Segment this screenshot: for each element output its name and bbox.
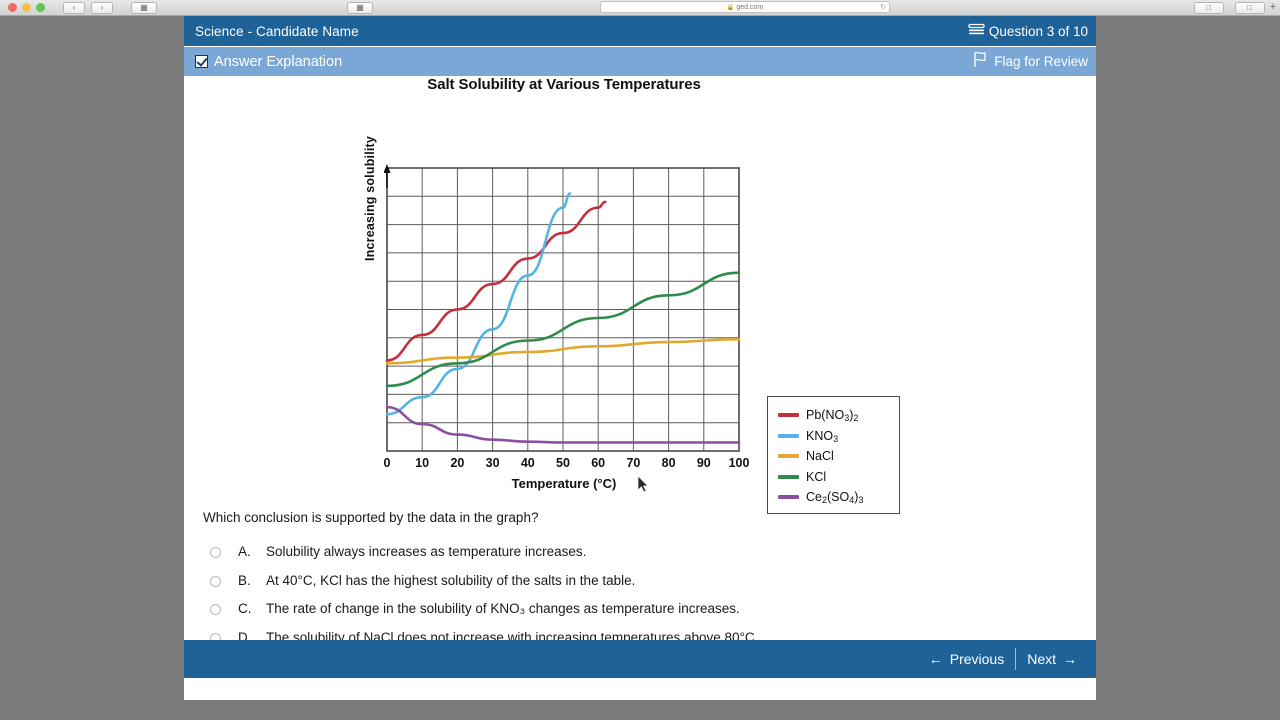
legend-label-NaCl: NaCl (806, 449, 834, 464)
answer-explanation-bar: Answer Explanation Flag for Review (184, 46, 1096, 76)
legend-item-KNO3: KNO3 (778, 426, 899, 447)
window-traffic-lights (8, 3, 45, 12)
url-bar[interactable]: 🔒 ged.com ↻ (600, 1, 890, 13)
exam-title: Science - Candidate Name (195, 23, 359, 39)
series-line-KNO3 (385, 192, 572, 416)
legend-item-NaCl: NaCl (778, 446, 899, 467)
question-block: Which conclusion is supported by the dat… (203, 510, 1073, 658)
answer-option-A[interactable]: A. Solubility always increases as tempera… (203, 544, 1073, 573)
x-tick-70: 70 (626, 456, 641, 470)
radio-button-B[interactable] (210, 575, 221, 587)
legend-swatch-Pb(NO3)2 (778, 413, 799, 418)
legend-swatch-Ce2(SO4)3 (778, 495, 799, 500)
answer-text: Solubility always increases as temperatu… (266, 544, 587, 559)
legend-label-KCl: KCl (806, 469, 827, 484)
chart-y-axis-label: Increasing solubility (363, 135, 377, 261)
x-tick-20: 20 (450, 456, 465, 470)
exam-footer: ← Previous Next → (184, 640, 1096, 678)
answer-explanation-label[interactable]: Answer Explanation (214, 54, 342, 70)
question-stem: Which conclusion is supported by the dat… (203, 510, 539, 525)
close-window-button[interactable] (8, 3, 17, 12)
arrow-left-icon: ← (928, 651, 943, 667)
previous-button[interactable]: ← Previous (918, 647, 1015, 671)
answer-letter: B. (238, 572, 251, 588)
x-tick-80: 80 (661, 456, 676, 470)
legend-label-Ce2(SO4)3: Ce2(SO4)3 (806, 490, 864, 506)
chart-plot-svg (384, 164, 741, 452)
x-tick-10: 10 (415, 456, 430, 470)
radio-button-C[interactable] (210, 604, 221, 615)
x-tick-100: 100 (728, 456, 750, 470)
legend-swatch-KNO3 (778, 433, 799, 438)
question-counter-label: Question 3 of 10 (988, 23, 1088, 39)
chart-legend: Pb(NO3)2 KNO3 NaCl KCl Ce2(SO4)3 (767, 396, 900, 514)
legend-swatch-NaCl (778, 454, 799, 459)
x-tick-90: 90 (696, 456, 711, 470)
new-tab-button[interactable]: + (1270, 2, 1276, 13)
exam-header: Science - Candidate Name Question 3 of 1… (184, 16, 1096, 46)
reload-icon[interactable]: ↻ (880, 3, 886, 11)
legend-item-Pb(NO3)2: Pb(NO3)2 (778, 405, 899, 426)
x-tick-50: 50 (556, 456, 570, 470)
tabs-button[interactable]: □ (1234, 1, 1265, 14)
flag-icon (972, 51, 988, 73)
x-tick-30: 30 (485, 456, 500, 470)
flag-for-review-button[interactable]: Flag for Review (972, 51, 1088, 73)
chrome-right-buttons: □ □ + (1188, 1, 1276, 14)
checked-checkbox-icon[interactable] (195, 55, 208, 68)
flag-for-review-label: Flag for Review (994, 54, 1088, 69)
x-tick-60: 60 (591, 456, 606, 470)
legend-label-KNO3: KNO3 (806, 428, 839, 444)
answer-option-C[interactable]: C. The rate of change in the solubility o… (203, 601, 1073, 630)
legend-item-Ce2(SO4)3: Ce2(SO4)3 (778, 487, 899, 508)
radio-button-A[interactable] (210, 547, 221, 558)
lock-icon: 🔒 (726, 4, 735, 11)
previous-label: Previous (949, 651, 1005, 667)
maximize-window-button[interactable] (36, 3, 45, 12)
share-button[interactable]: □ (1193, 1, 1224, 14)
sidebar-button[interactable]: ▦ (131, 1, 157, 14)
legend-item-KCl: KCl (778, 467, 899, 488)
url-text: ged.com (736, 3, 764, 11)
answer-option-B[interactable]: B. At 40°C, KCl has the highest solubilit… (203, 573, 1073, 602)
solubility-chart: Salt Solubility at Various Temperatures … (184, 76, 1096, 514)
reader-view-button[interactable]: ▦ (347, 1, 373, 14)
answer-letter: C. (238, 601, 252, 616)
minimize-window-button[interactable] (22, 3, 31, 12)
forward-button[interactable]: › (91, 1, 113, 14)
legend-label-Pb(NO3)2: Pb(NO3)2 (806, 408, 859, 424)
next-label: Next (1027, 651, 1056, 667)
question-content: Salt Solubility at Various Temperatures … (184, 76, 1096, 678)
question-counter: Question 3 of 10 (968, 23, 1088, 39)
answer-text: At 40°C, KCl has the highest solubility … (266, 572, 636, 588)
next-button[interactable]: Next → (1016, 647, 1088, 671)
calculator-icon[interactable] (968, 23, 985, 39)
answer-text: The rate of change in the solubility of … (266, 601, 740, 616)
answer-letter: A. (238, 544, 251, 559)
x-tick-0: 0 (383, 456, 391, 470)
exam-application-window: Science - Candidate Name Question 3 of 1… (184, 16, 1096, 700)
chart-gridlines (386, 167, 740, 452)
arrow-right-icon: → (1063, 651, 1077, 667)
chart-title: Salt Solubility at Various Temperatures (427, 76, 701, 93)
back-button[interactable]: ‹ (63, 1, 85, 14)
browser-chrome: ‹ › ▦ ▦ 🔒 ged.com ↻ □ □ + (0, 0, 1280, 16)
chart-x-axis-label: Temperature (°C) (511, 476, 617, 491)
chart-x-tick-labels: 0 10 20 30 40 50 60 70 80 90 100 (383, 456, 750, 472)
x-tick-40: 40 (520, 456, 535, 470)
legend-swatch-KCl (778, 474, 799, 479)
mouse-cursor (638, 476, 649, 493)
